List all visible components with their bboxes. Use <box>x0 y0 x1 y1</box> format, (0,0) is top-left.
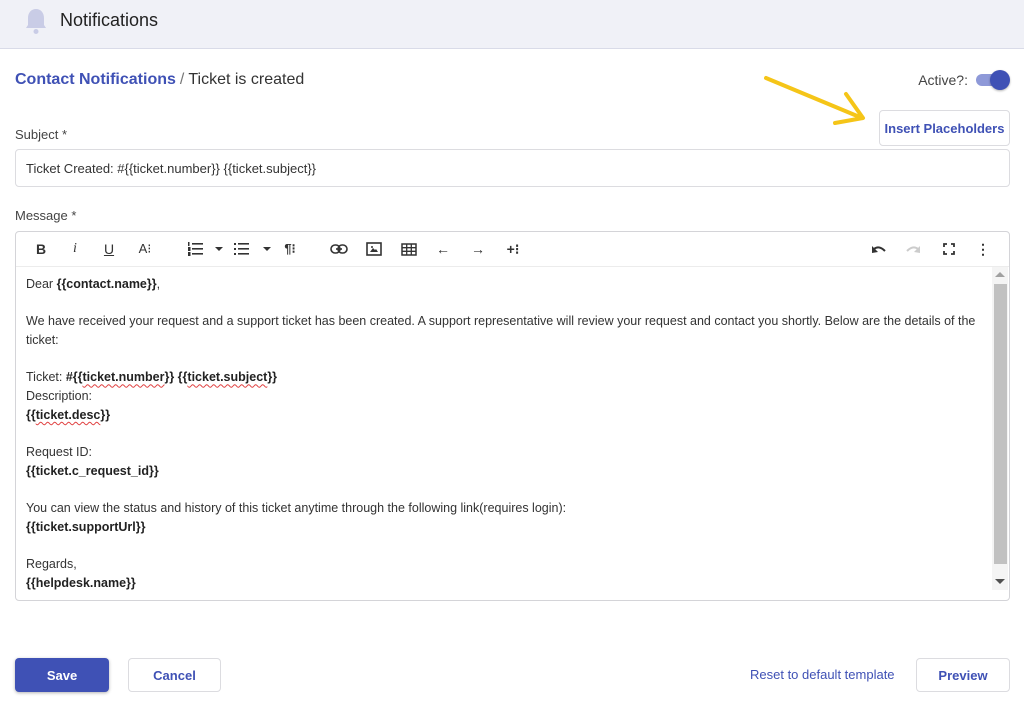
breadcrumb-contact-notifications[interactable]: Contact Notifications <box>15 71 176 88</box>
regards-text: Regards, <box>26 557 77 572</box>
insert-table-button[interactable] <box>399 238 419 260</box>
table-icon <box>401 242 417 256</box>
request-id-label: Request ID: <box>26 445 93 460</box>
page-title: Notifications <box>60 10 159 30</box>
image-icon <box>366 242 382 256</box>
reset-to-default-link[interactable]: Reset to default template <box>750 667 895 682</box>
subject-input[interactable] <box>15 149 1010 187</box>
editor-toolbar: B i U A⁝ ¶⁝ ← → +⁝ ⋮ <box>16 232 1009 267</box>
greeting-line: Dear {{contact.name}}, <box>26 275 986 294</box>
more-insert-button[interactable]: +⁝ <box>502 238 524 260</box>
subject-label: Subject * <box>15 127 68 142</box>
insert-placeholders-button[interactable]: Insert Placeholders <box>879 110 1010 146</box>
ticket-number-placeholder: ticket.number <box>82 370 165 385</box>
message-editor: B i U A⁝ ¶⁝ ← → +⁝ ⋮ Dear {{contact.name… <box>15 231 1010 601</box>
undo-icon <box>872 246 886 253</box>
scroll-down-arrow-icon[interactable] <box>995 579 1005 584</box>
font-size-button[interactable]: A⁝ <box>134 238 156 260</box>
unordered-list-button[interactable] <box>232 238 250 260</box>
top-bar: Notifications <box>0 0 1024 49</box>
caret-down-icon <box>215 246 223 251</box>
desc-close: }} <box>100 407 111 422</box>
intro-paragraph: We have received your request and a supp… <box>26 314 976 348</box>
toggle-knob <box>990 70 1010 90</box>
greeting-suffix: , <box>156 277 161 291</box>
unordered-list-icon <box>234 243 249 255</box>
ticket-desc-placeholder: ticket.desc <box>35 407 101 422</box>
bell-icon <box>26 9 46 34</box>
redo-icon <box>906 246 920 253</box>
contact-name-placeholder: {{contact.name}} <box>56 277 157 291</box>
editor-scrollbar[interactable] <box>992 267 1008 590</box>
ordered-list-button[interactable] <box>186 238 204 260</box>
scrollbar-thumb[interactable] <box>994 284 1007 564</box>
ticket-label: Ticket: <box>26 370 66 385</box>
ticket-line: Ticket: #{{ticket.number}} {{ticket.subj… <box>26 368 986 387</box>
ticket-hash: #{{ <box>65 370 83 385</box>
insert-image-button[interactable] <box>364 238 384 260</box>
breadcrumb-current: Ticket is created <box>188 71 305 88</box>
helpdesk-name-placeholder: {{helpdesk.name}} <box>26 576 136 591</box>
ticket-end: }} <box>267 370 278 385</box>
annotation-arrow-icon <box>764 76 865 125</box>
request-id-placeholder: {{ticket.c_request_id}} <box>26 463 159 478</box>
active-toggle-group: Active?: <box>918 70 1010 90</box>
message-label: Message * <box>15 208 77 223</box>
unordered-list-dropdown[interactable] <box>262 238 272 260</box>
ticket-subject-placeholder: ticket.subject <box>187 370 268 385</box>
outdent-button[interactable]: ← <box>433 238 453 260</box>
breadcrumb: Contact Notifications / Ticket is created <box>15 71 304 89</box>
support-url-placeholder: {{ticket.supportUrl}} <box>26 520 146 535</box>
caret-down-icon <box>263 246 271 251</box>
underline-button[interactable]: U <box>101 238 117 260</box>
breadcrumb-separator: / <box>179 71 185 88</box>
save-button[interactable]: Save <box>15 658 109 692</box>
active-label: Active?: <box>918 72 968 88</box>
ordered-list-icon <box>188 242 203 256</box>
message-body[interactable]: Dear {{contact.name}}, We have received … <box>26 275 986 593</box>
paragraph-format-button[interactable]: ¶⁝ <box>280 238 300 260</box>
undo-button[interactable] <box>869 238 889 260</box>
preview-button[interactable]: Preview <box>916 658 1010 692</box>
desc-open: {{ <box>26 407 36 422</box>
cancel-button[interactable]: Cancel <box>128 658 221 692</box>
more-options-button[interactable]: ⋮ <box>973 238 993 260</box>
description-label: Description: <box>26 389 92 404</box>
bold-button[interactable]: B <box>33 238 49 260</box>
greeting-prefix: Dear <box>26 277 57 291</box>
fullscreen-icon <box>943 243 955 255</box>
description-line: {{ticket.desc}} <box>26 406 986 425</box>
insert-link-button[interactable] <box>329 238 349 260</box>
status-text: You can view the status and history of t… <box>26 501 567 516</box>
ticket-mid: }} {{ <box>164 370 188 385</box>
active-toggle[interactable] <box>976 70 1010 90</box>
italic-button[interactable]: i <box>67 238 83 260</box>
indent-button[interactable]: → <box>468 238 488 260</box>
link-icon <box>330 244 348 254</box>
fullscreen-button[interactable] <box>939 238 959 260</box>
redo-button[interactable] <box>903 238 923 260</box>
scroll-up-arrow-icon[interactable] <box>995 272 1005 277</box>
ordered-list-dropdown[interactable] <box>214 238 224 260</box>
